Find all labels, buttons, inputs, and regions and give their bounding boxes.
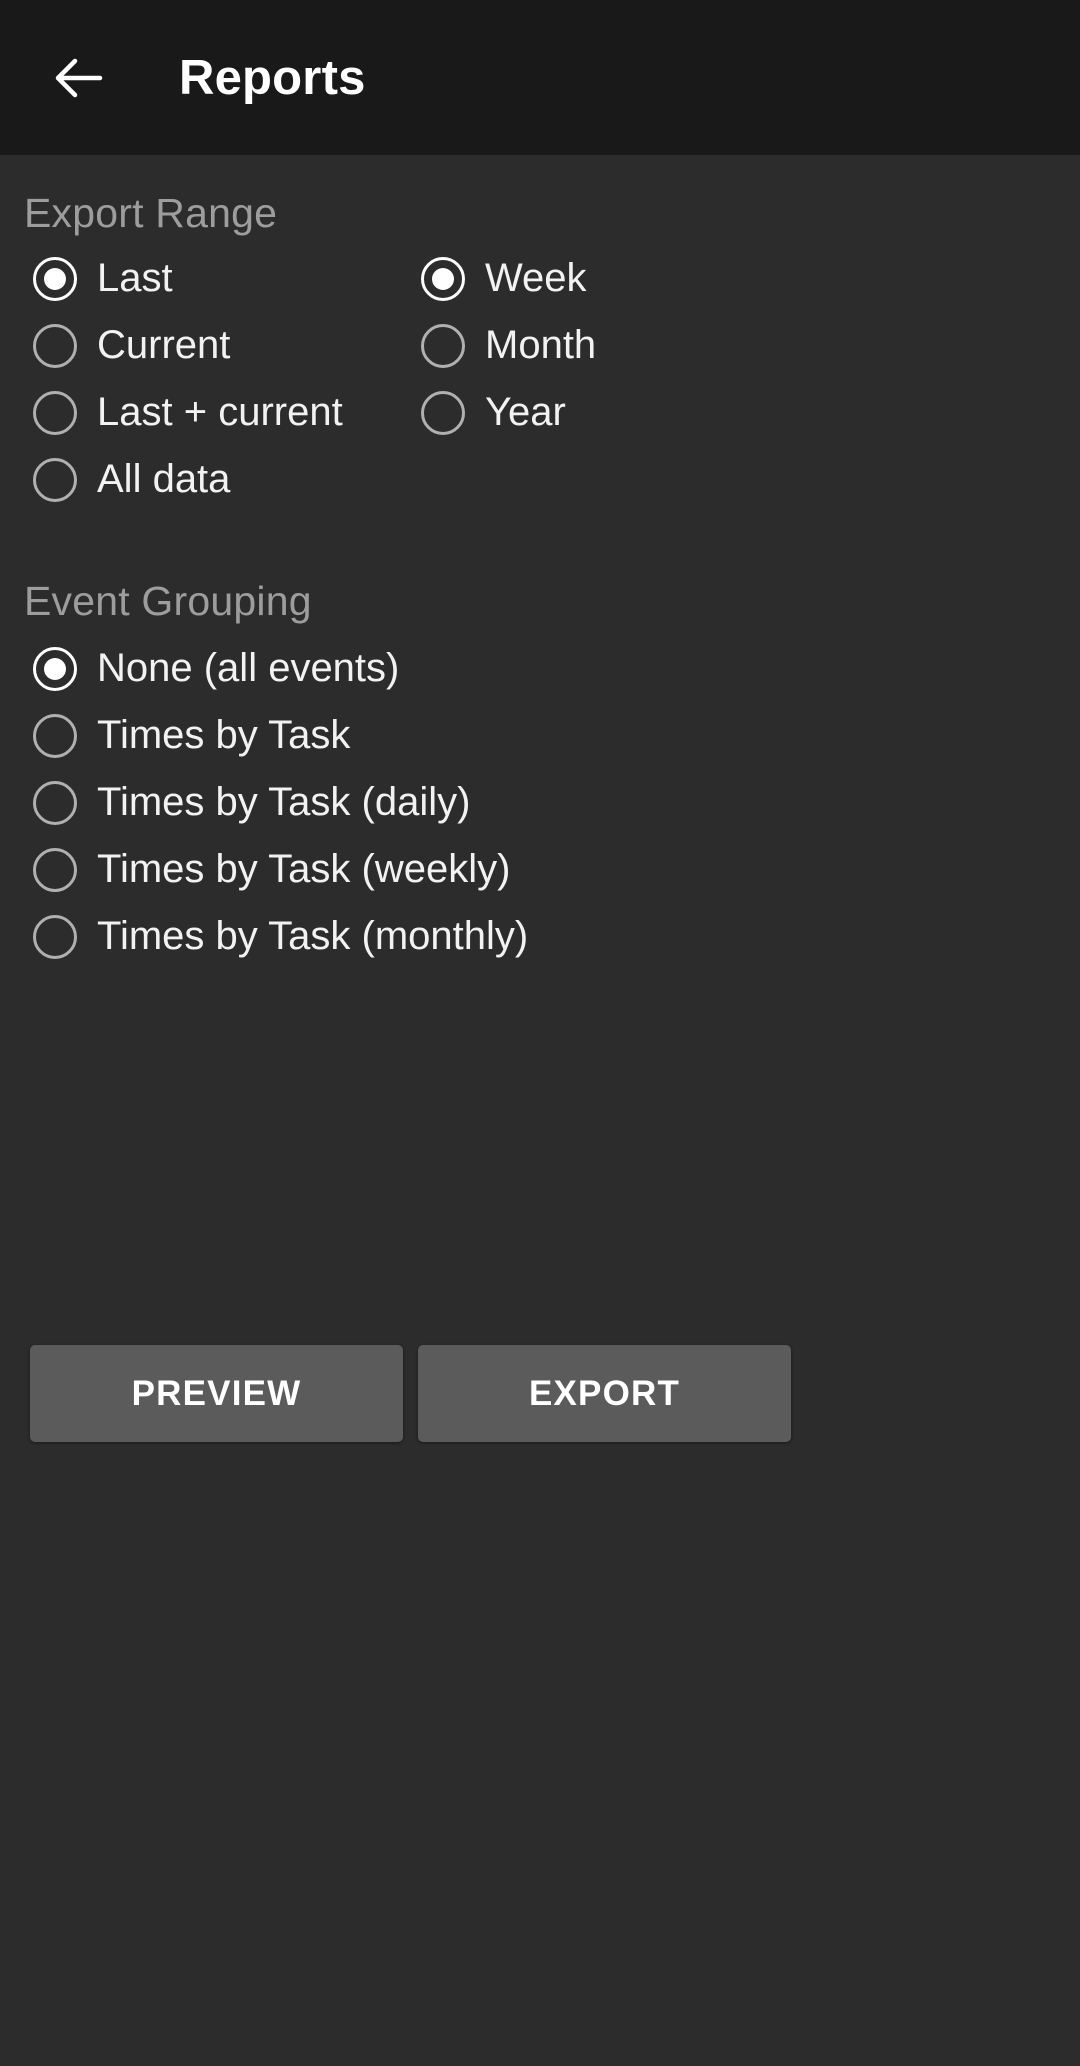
radio-label-week: Week: [485, 256, 587, 300]
arrow-left-icon: [50, 50, 106, 106]
radio-indicator-times-by-task-monthly[interactable]: [33, 914, 77, 959]
radio-row-times-by-task-weekly[interactable]: Times by Task (weekly): [33, 836, 528, 903]
radio-label-times-by-task-daily: Times by Task (daily): [97, 780, 471, 824]
radio-label-year: Year: [485, 390, 566, 434]
radio-label-current: Current: [97, 323, 231, 367]
back-button[interactable]: [30, 30, 126, 126]
radio-label-last: Last: [97, 256, 173, 300]
radio-row-current[interactable]: Current: [33, 312, 343, 379]
radio-row-all-data[interactable]: All data: [33, 446, 343, 513]
preview-button[interactable]: PREVIEW: [30, 1345, 403, 1442]
radio-row-last-plus-current[interactable]: Last + current: [33, 379, 343, 446]
export-range-right-group: Week Month Year: [421, 245, 596, 446]
radio-indicator-all-data[interactable]: [33, 457, 77, 502]
radio-indicator-last[interactable]: [33, 256, 77, 301]
radio-indicator-year[interactable]: [421, 390, 465, 435]
export-range-left-group: Last Current Last + current All data: [33, 245, 343, 513]
radio-indicator-week[interactable]: [421, 256, 465, 301]
radio-label-times-by-task-weekly: Times by Task (weekly): [97, 847, 511, 891]
radio-row-times-by-task-daily[interactable]: Times by Task (daily): [33, 769, 528, 836]
event-grouping-title: Event Grouping: [24, 578, 312, 624]
radio-row-last[interactable]: Last: [33, 245, 343, 312]
event-grouping-group: None (all events) Times by Task Times by…: [33, 635, 528, 970]
radio-row-year[interactable]: Year: [421, 379, 596, 446]
radio-row-week[interactable]: Week: [421, 245, 596, 312]
radio-row-times-by-task[interactable]: Times by Task: [33, 702, 528, 769]
radio-row-times-by-task-monthly[interactable]: Times by Task (monthly): [33, 903, 528, 970]
radio-label-times-by-task: Times by Task: [97, 713, 351, 757]
radio-indicator-times-by-task[interactable]: [33, 713, 77, 758]
content-area: Export Range Last Current Last + current…: [0, 155, 1080, 2066]
radio-label-none-all-events: None (all events): [97, 646, 400, 690]
export-range-title: Export Range: [24, 190, 278, 236]
radio-indicator-last-plus-current[interactable]: [33, 390, 77, 435]
radio-label-all-data: All data: [97, 457, 231, 501]
reports-screen: Reports Export Range Last Current Last +…: [0, 0, 1080, 2066]
export-button[interactable]: EXPORT: [418, 1345, 791, 1442]
radio-indicator-month[interactable]: [421, 323, 465, 368]
app-bar: Reports: [0, 0, 1080, 155]
radio-indicator-times-by-task-weekly[interactable]: [33, 847, 77, 892]
page-title: Reports: [179, 50, 366, 105]
radio-label-month: Month: [485, 323, 597, 367]
action-button-row: PREVIEW EXPORT: [30, 1345, 1050, 1442]
radio-row-month[interactable]: Month: [421, 312, 596, 379]
radio-indicator-none-all-events[interactable]: [33, 646, 77, 691]
radio-indicator-times-by-task-daily[interactable]: [33, 780, 77, 825]
radio-label-times-by-task-monthly: Times by Task (monthly): [97, 914, 529, 958]
radio-indicator-current[interactable]: [33, 323, 77, 368]
radio-label-last-plus-current: Last + current: [97, 390, 343, 434]
radio-row-none-all-events[interactable]: None (all events): [33, 635, 528, 702]
